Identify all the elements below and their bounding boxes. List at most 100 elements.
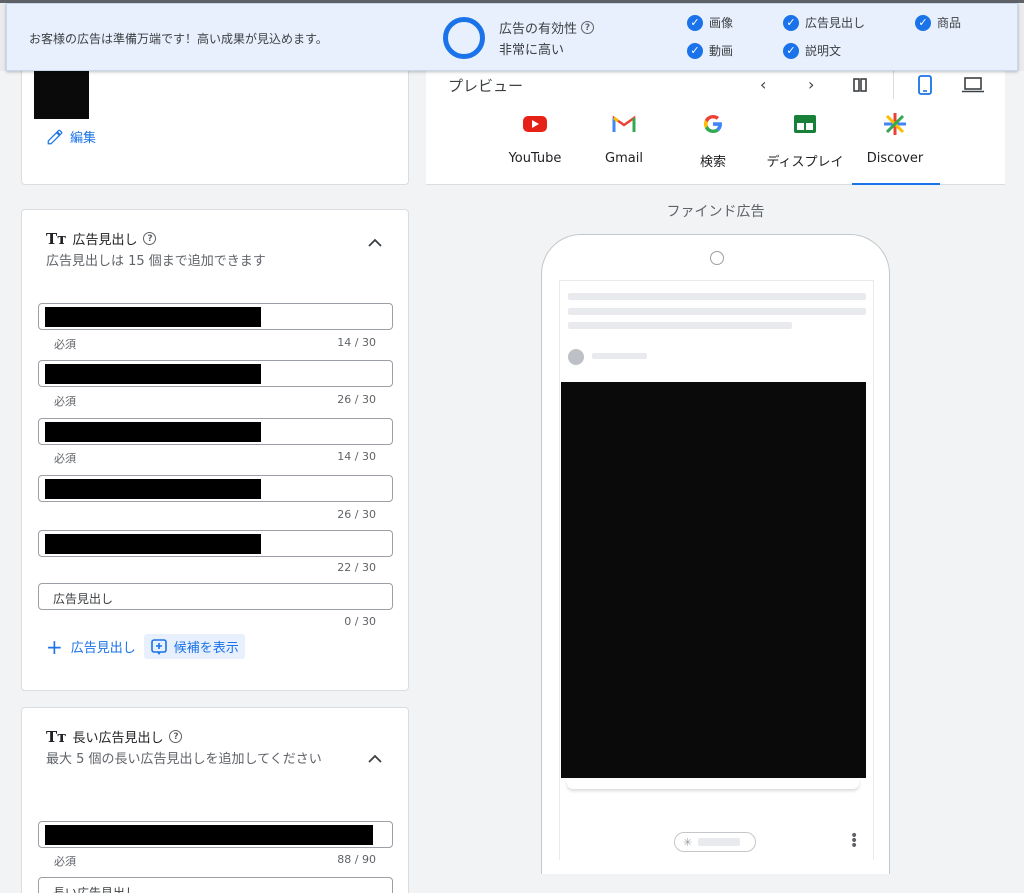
add-headline-button[interactable]: 広告見出し [71, 637, 136, 656]
help-icon[interactable]: ? [143, 232, 157, 245]
skeleton-line [568, 322, 792, 329]
image-thumbnail [34, 71, 89, 119]
char-count: 14 / 30 [337, 450, 376, 463]
ad-media-image [561, 382, 866, 778]
redacted-text [45, 307, 261, 327]
long-headline-input-empty[interactable]: 長い広告見出し [38, 877, 393, 893]
preview-panel: プレビュー ‹ › YouTube Gmail 検索 ディスプレイ Discov… [426, 71, 1005, 893]
long-headlines-description: 最大 5 個の長い広告見出しを追加してください [46, 752, 322, 767]
phone-screen: ✳ • • • [559, 280, 874, 860]
preview-stage: ファインド広告 ✳ • • • [426, 185, 1005, 893]
phone-mockup: ✳ • • • [541, 234, 890, 874]
phone-camera [710, 251, 724, 265]
tab-discover[interactable]: Discover [850, 107, 940, 185]
preview-tabs: YouTube Gmail 検索 ディスプレイ Discover [426, 107, 1005, 186]
ad-strength-banner: お客様の広告は準備万端です！高い成果が見込めます。 広告の有効性 ? 非常に高い… [6, 3, 1018, 71]
field-hint: 必須 [54, 855, 76, 868]
check-headlines: ✓ 広告見出し [783, 14, 865, 31]
skeleton-line [568, 308, 866, 315]
preview-label: プレビュー [448, 77, 524, 95]
char-count: 22 / 30 [337, 561, 376, 574]
check-icon: ✓ [687, 42, 703, 59]
long-headlines-card: Tт 長い広告見出し ? 最大 5 個の長い広告見出しを追加してください 必須 … [21, 707, 409, 893]
help-icon[interactable]: ? [169, 730, 183, 743]
headline-input-empty[interactable]: 広告見出し [38, 583, 393, 610]
headline-input-2[interactable] [38, 360, 393, 387]
tab-display[interactable]: ディスプレイ [760, 107, 850, 185]
split-view-icon[interactable] [852, 77, 868, 93]
banner-message: お客様の広告は準備万端です！高い成果が見込めます。 [29, 32, 328, 46]
asset-editor-panel: 編集 Tт 広告見出し ? 広告見出しは 15 個まで追加できます 必須 14 … [0, 71, 426, 893]
field-hint: 必須 [54, 452, 76, 465]
help-icon[interactable]: ? [581, 21, 595, 34]
google-icon [700, 111, 726, 137]
text-format-icon: Tт [46, 727, 67, 746]
avatar [568, 349, 584, 365]
field-placeholder: 長い広告見出し [53, 886, 138, 893]
gmail-icon [611, 111, 637, 137]
chevron-right-icon[interactable]: › [808, 75, 814, 94]
long-headline-input-1[interactable] [38, 821, 393, 848]
desktop-device-icon[interactable] [962, 77, 984, 93]
show-suggestions-button[interactable]: 候補を表示 [143, 634, 245, 659]
redacted-text [45, 422, 261, 442]
field-hint: 必須 [54, 338, 76, 351]
headlines-title: Tт 広告見出し ? [46, 229, 157, 248]
skeleton-line [698, 838, 741, 846]
redacted-text [45, 364, 261, 384]
divider [893, 71, 894, 99]
skeleton-line [568, 293, 866, 300]
headline-input-3[interactable] [38, 418, 393, 445]
preview-format-title: ファインド広告 [666, 204, 765, 220]
chevron-up-icon[interactable] [368, 236, 382, 250]
check-icon: ✓ [915, 14, 931, 31]
effectiveness-title: 広告の有効性 ? [499, 18, 595, 37]
char-count: 26 / 30 [337, 508, 376, 521]
chevron-up-icon[interactable] [368, 752, 382, 766]
youtube-icon [522, 111, 548, 137]
skeleton-line [592, 353, 647, 359]
headline-input-4[interactable] [38, 475, 393, 502]
chevron-left-icon[interactable]: ‹ [760, 75, 766, 94]
check-descriptions: ✓ 説明文 [783, 42, 841, 59]
check-icon: ✓ [783, 42, 799, 59]
more-vert-icon[interactable]: • • • [850, 829, 858, 853]
check-products: ✓ 商品 [915, 14, 961, 31]
tab-gmail[interactable]: Gmail [579, 107, 669, 185]
image-card: 編集 [21, 71, 409, 185]
check-icon: ✓ [687, 14, 703, 31]
headline-input-5[interactable] [38, 530, 393, 557]
headlines-description: 広告見出しは 15 個まで追加できます [46, 254, 266, 269]
redacted-text [45, 479, 261, 499]
discover-icon [882, 111, 908, 137]
redacted-text [45, 825, 373, 845]
check-images: ✓ 画像 [687, 14, 733, 31]
tab-search[interactable]: 検索 [668, 107, 758, 185]
char-count: 88 / 90 [337, 853, 376, 866]
char-count: 0 / 30 [344, 615, 376, 628]
mobile-device-icon[interactable] [918, 75, 932, 95]
char-count: 26 / 30 [337, 393, 376, 406]
effectiveness-label: 広告の有効性 [499, 22, 578, 37]
discover-chip: ✳ [674, 832, 756, 852]
pencil-icon [47, 129, 63, 144]
asterisk-icon: ✳ [683, 835, 693, 849]
ad-strength-ring [443, 17, 485, 59]
check-videos: ✓ 動画 [687, 42, 733, 59]
headline-input-1[interactable] [38, 303, 393, 330]
plus-icon[interactable]: + [46, 637, 63, 657]
display-icon [792, 111, 818, 137]
long-headlines-title: Tт 長い広告見出し ? [46, 727, 183, 746]
effectiveness-value: 非常に高い [499, 43, 565, 58]
redacted-text [45, 534, 261, 554]
suggestion-icon [150, 638, 167, 655]
field-placeholder: 広告見出し [53, 592, 114, 606]
headlines-card: Tт 広告見出し ? 広告見出しは 15 個まで追加できます 必須 14 / 3… [21, 209, 409, 691]
text-format-icon: Tт [46, 229, 67, 248]
edit-link[interactable]: 編集 [46, 127, 96, 146]
tab-youtube[interactable]: YouTube [490, 107, 580, 185]
check-icon: ✓ [783, 14, 799, 31]
field-hint: 必須 [54, 395, 76, 408]
char-count: 14 / 30 [337, 336, 376, 349]
page-margin [1005, 71, 1024, 893]
